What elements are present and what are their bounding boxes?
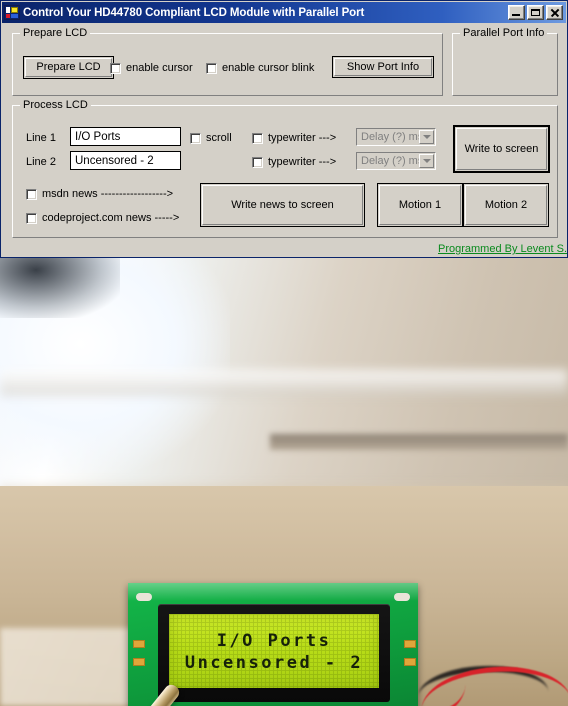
maximize-button[interactable] xyxy=(527,5,544,20)
write-to-screen-button[interactable]: Write to screen xyxy=(453,125,550,173)
photo-shelf-edge xyxy=(270,434,568,450)
motion-1-button[interactable]: Motion 1 xyxy=(377,183,463,227)
enable-cursor-checkbox[interactable]: enable cursor xyxy=(110,62,193,74)
line1-label: Line 1 xyxy=(26,132,56,144)
checkbox-label: enable cursor blink xyxy=(222,62,315,74)
scroll-checkbox[interactable]: scroll xyxy=(190,132,232,144)
pcb-mount-hole-right xyxy=(394,593,410,601)
typewriter-line2-checkbox[interactable]: typewriter ---> xyxy=(252,156,336,168)
line1-input[interactable]: I/O Ports xyxy=(70,127,181,146)
checkbox-box[interactable] xyxy=(110,62,121,74)
title-bar[interactable]: Control Your HD44780 Compliant LCD Modul… xyxy=(2,2,566,23)
window-client-area: Prepare LCD Prepare LCD enable cursor en… xyxy=(2,24,567,256)
prepare-lcd-button[interactable]: Prepare LCD xyxy=(23,56,114,79)
lcd-display-text: I/O Ports Uncensored - 2 xyxy=(169,618,379,688)
application-screenshot: Control Your HD44780 Compliant LCD Modul… xyxy=(0,0,568,706)
credit-link[interactable]: Programmed By Levent S. xyxy=(438,243,567,255)
checkbox-label: scroll xyxy=(206,132,232,144)
checkbox-box[interactable] xyxy=(206,62,217,74)
photo-sill xyxy=(0,370,568,396)
pcb-mount-hole-left xyxy=(136,593,152,601)
checkbox-box[interactable] xyxy=(26,212,37,224)
motion-2-button[interactable]: Motion 2 xyxy=(463,183,549,227)
checkbox-box[interactable] xyxy=(190,132,201,144)
close-button[interactable] xyxy=(546,5,563,20)
prepare-lcd-legend: Prepare LCD xyxy=(20,27,91,39)
checkbox-label: typewriter ---> xyxy=(268,156,337,168)
delay-line1-dropdown[interactable]: Delay (?) ms xyxy=(356,128,436,146)
parallel-port-info-group: Parallel Port Info xyxy=(452,27,558,96)
window-title: Control Your HD44780 Compliant LCD Modul… xyxy=(23,6,365,19)
line2-input[interactable]: Uncensored - 2 xyxy=(70,151,181,170)
window-controls xyxy=(508,5,566,20)
typewriter-line1-checkbox[interactable]: typewriter ---> xyxy=(252,132,336,144)
enable-cursor-blink-checkbox[interactable]: enable cursor blink xyxy=(206,62,314,74)
delay-line2-dropdown[interactable]: Delay (?) ms xyxy=(356,152,436,170)
checkbox-label: enable cursor xyxy=(126,62,193,74)
lcd-line-2: Uncensored - 2 xyxy=(184,653,364,673)
checkbox-box[interactable] xyxy=(252,132,263,144)
minimize-button[interactable] xyxy=(508,5,525,20)
photo-dark-blur xyxy=(0,258,120,318)
chevron-down-icon[interactable] xyxy=(419,130,434,144)
pcb-highlight xyxy=(128,583,418,601)
parallel-port-info-legend: Parallel Port Info xyxy=(460,27,548,39)
line2-label: Line 2 xyxy=(26,156,56,168)
checkbox-box[interactable] xyxy=(26,188,37,200)
delay-line1-value: Delay (?) ms xyxy=(361,131,424,143)
process-lcd-legend: Process LCD xyxy=(20,99,91,111)
solder-pad xyxy=(404,640,416,648)
checkbox-label: codeproject.com news -----> xyxy=(42,212,180,224)
solder-pad xyxy=(404,658,416,666)
checkbox-box[interactable] xyxy=(252,156,263,168)
main-window: Control Your HD44780 Compliant LCD Modul… xyxy=(0,0,568,258)
solder-pad xyxy=(133,640,145,648)
lcd-hardware-photo: I/O Ports Uncensored - 2 xyxy=(0,258,568,706)
solder-pad xyxy=(133,658,145,666)
checkbox-label: typewriter ---> xyxy=(268,132,337,144)
chevron-down-icon[interactable] xyxy=(419,154,434,168)
delay-line2-value: Delay (?) ms xyxy=(361,155,424,167)
checkbox-label: msdn news ------------------> xyxy=(42,188,174,200)
show-port-info-button[interactable]: Show Port Info xyxy=(332,56,434,78)
codeproject-news-checkbox[interactable]: codeproject.com news -----> xyxy=(26,212,179,224)
lcd-line-1: I/O Ports xyxy=(216,631,332,652)
msdn-news-checkbox[interactable]: msdn news ------------------> xyxy=(26,188,173,200)
write-news-to-screen-button[interactable]: Write news to screen xyxy=(200,183,365,227)
app-icon xyxy=(4,5,20,20)
